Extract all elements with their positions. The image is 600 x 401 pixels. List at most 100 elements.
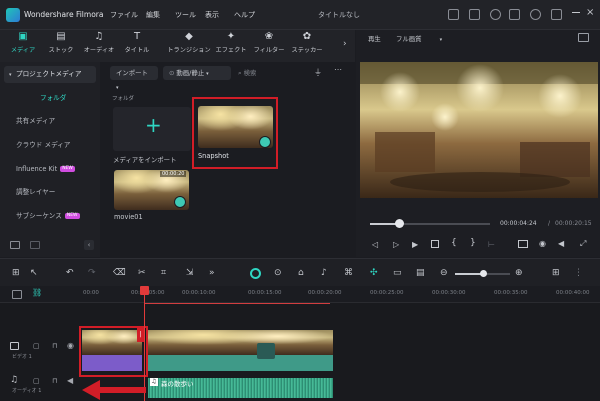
add-track-icon[interactable] xyxy=(12,290,22,299)
playhead-handle[interactable] xyxy=(395,219,404,228)
layout-grid-icon[interactable]: ⊞ xyxy=(12,268,20,278)
notification-icon[interactable] xyxy=(551,9,562,20)
undo-icon[interactable]: ↶ xyxy=(66,268,74,278)
playback-mode[interactable]: 再生 xyxy=(368,34,381,43)
stop-icon[interactable] xyxy=(431,240,439,248)
menu-help[interactable]: ヘルプ xyxy=(234,10,255,20)
quality-dropdown[interactable]: フル画質 ▾ xyxy=(396,34,442,43)
tab-media[interactable]: ▣ メディア xyxy=(4,32,42,55)
select-tool-icon[interactable]: ↖ xyxy=(30,268,38,278)
stock-icon: ▤ xyxy=(56,31,66,42)
zoom-slider-handle[interactable] xyxy=(480,270,487,277)
snap-icon[interactable]: ✣ xyxy=(370,268,378,278)
lock-icon[interactable]: ⊓ xyxy=(52,377,57,385)
help-icon[interactable] xyxy=(490,9,501,20)
marker-icon[interactable]: ⌂ xyxy=(298,268,304,278)
menu-edit[interactable]: 編集 xyxy=(146,10,160,20)
render-preview-icon[interactable] xyxy=(250,268,261,279)
cloud-icon[interactable] xyxy=(509,9,520,20)
transition-marker[interactable] xyxy=(257,343,275,359)
menu-view[interactable]: 表示 xyxy=(205,10,219,20)
clip-duration: 00:00:20 xyxy=(160,171,187,177)
window-icon[interactable] xyxy=(469,9,480,20)
folder-lock-icon[interactable]: ▢ xyxy=(33,342,40,350)
ai-tool-icon[interactable]: ⌘ xyxy=(344,268,353,278)
tab-audio[interactable]: ♫ オーディオ xyxy=(80,32,118,55)
search-placeholder: 検索 xyxy=(243,69,257,77)
redo-icon[interactable]: ↷ xyxy=(88,268,96,278)
tab-title[interactable]: T タイトル xyxy=(118,32,156,55)
filter-funnel-icon[interactable]: ⏚ xyxy=(314,67,322,78)
insert-icon[interactable]: ⊢ xyxy=(488,240,495,249)
menu-file[interactable]: ファイル xyxy=(110,10,138,20)
sidebar-item-folder[interactable]: フォルダ xyxy=(4,90,96,107)
delete-icon[interactable]: ⌫ xyxy=(113,268,126,278)
ruler-tick: 00:00:35:00 xyxy=(494,290,528,296)
mark-in-icon[interactable]: { xyxy=(451,238,457,248)
effect-icon: ✦ xyxy=(226,31,236,42)
import-label: インポート xyxy=(116,69,148,77)
minimize-icon[interactable] xyxy=(572,12,580,13)
close-icon[interactable]: × xyxy=(586,7,594,18)
speaker-icon[interactable]: ◀ xyxy=(67,376,73,385)
folder-lock-icon[interactable]: ▢ xyxy=(33,377,40,385)
sidebar-item-subsequence[interactable]: サブシーケンス NEW xyxy=(4,208,96,225)
sidebar-item-project-media[interactable]: プロジェクトメディア xyxy=(4,66,96,83)
camera-icon[interactable]: ◉ xyxy=(539,239,546,248)
split-icon[interactable]: ✂ xyxy=(138,268,146,278)
ruler-tick: 00:00:15:00 xyxy=(248,290,282,296)
sidebar-item-adjustment-layer[interactable]: 調整レイヤー xyxy=(4,184,96,201)
lock-icon[interactable]: ⊓ xyxy=(52,342,57,350)
more-tools-icon[interactable]: » xyxy=(209,268,215,278)
zoom-out-icon[interactable]: ⊖ xyxy=(440,268,448,278)
step-back-icon[interactable]: ▷ xyxy=(393,240,399,249)
cafe-scene-image xyxy=(360,62,598,198)
volume-icon[interactable]: ◀ xyxy=(558,239,564,248)
import-tile-label: メディアをインポート xyxy=(113,156,177,164)
tab-effect[interactable]: ✦ エフェクト xyxy=(212,31,250,55)
speed-icon[interactable]: ⇲ xyxy=(186,268,194,278)
crop-icon[interactable]: ⌗ xyxy=(161,268,166,278)
fullscreen-icon[interactable]: ⤢ xyxy=(580,239,586,249)
video-track-icon xyxy=(10,342,19,350)
zoom-in-icon[interactable]: ⊕ xyxy=(515,268,523,278)
snapshot-camera-icon[interactable] xyxy=(578,33,589,42)
voiceover-icon[interactable]: ♪ xyxy=(321,268,327,278)
sidebar-item-influence-kit[interactable]: Influence Kit NEW xyxy=(4,161,96,178)
mark-out-icon[interactable]: } xyxy=(470,238,476,248)
tab-sticker[interactable]: ✿ ステッカー xyxy=(288,32,326,55)
timeline-layout-icon[interactable]: ⊞ xyxy=(552,268,560,278)
monitor-icon[interactable] xyxy=(448,9,459,20)
more-options-icon[interactable]: ⋯ xyxy=(334,65,342,74)
prev-frame-icon[interactable]: ◁ xyxy=(372,240,378,249)
sidebar-item-cloud-media[interactable]: クラウド メディア xyxy=(4,137,96,154)
search-icon: ⌕ xyxy=(238,69,242,77)
tab-stock[interactable]: ▤ ストック xyxy=(42,31,80,55)
display-icon[interactable] xyxy=(518,240,528,248)
search-input[interactable]: ⌕ 検索 xyxy=(238,66,304,80)
record-icon[interactable]: ⊙ xyxy=(274,268,282,278)
tabs-next-icon[interactable]: › xyxy=(343,39,347,49)
tab-transition[interactable]: ◆ トランジション xyxy=(164,32,214,55)
eye-icon[interactable]: ◉ xyxy=(67,341,74,350)
music-note-icon: ♫ xyxy=(150,378,158,386)
playhead-handle[interactable] xyxy=(140,286,149,295)
sidebar-item-shared-media[interactable]: 共有メディア xyxy=(4,113,96,130)
new-folder-icon[interactable] xyxy=(10,241,20,249)
account-icon[interactable] xyxy=(530,9,541,20)
collapse-sidebar-icon[interactable]: ‹ xyxy=(84,240,94,250)
timeline-more-icon[interactable]: ⋮ xyxy=(574,268,583,278)
menu-tools[interactable]: ツール xyxy=(175,10,196,20)
play-icon[interactable]: ▶ xyxy=(412,240,418,249)
sidebar-item-label: プロジェクトメディア xyxy=(16,70,82,78)
sidebar-item-label: サブシーケンス xyxy=(16,212,62,220)
subtitle-icon[interactable]: ▤ xyxy=(416,268,425,278)
link-icon[interactable]: ⛓ xyxy=(32,288,42,297)
movie01-clip[interactable] xyxy=(148,330,333,355)
filmora-logo-icon xyxy=(6,8,20,22)
clip-marker-icon[interactable]: ▭ xyxy=(393,268,402,278)
filter-dropdown[interactable]: ⊙ 動画/静止 ▾ xyxy=(163,66,231,80)
tab-filter[interactable]: ❀ フィルター xyxy=(250,32,288,55)
import-dropdown[interactable]: インポート ▾ xyxy=(110,66,158,91)
folder-icon[interactable] xyxy=(30,241,40,249)
